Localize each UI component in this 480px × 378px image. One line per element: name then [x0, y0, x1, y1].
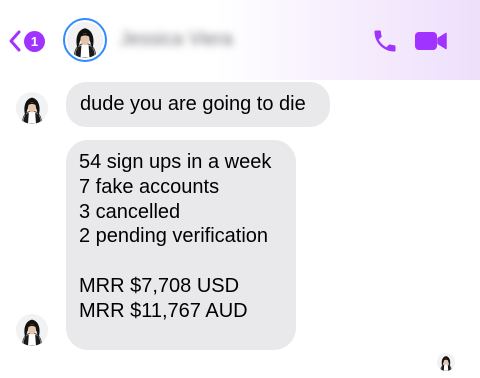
- message-line: 54 sign ups in a week: [79, 151, 272, 173]
- message-bubble[interactable]: dude you are going to die: [66, 82, 330, 127]
- sender-avatar[interactable]: [16, 314, 48, 346]
- read-receipt-avatar: [437, 353, 455, 371]
- contact-avatar[interactable]: [63, 18, 107, 62]
- message-line: 3 cancelled: [79, 200, 181, 223]
- contact-name[interactable]: Jessica Viera: [120, 29, 233, 51]
- message-line: 2 pending verification: [79, 225, 269, 248]
- message-line: MRR $7,708 USD: [79, 274, 240, 297]
- back-button[interactable]: 1: [8, 28, 45, 54]
- phone-icon: [374, 30, 396, 52]
- message-text: dude you are going to die: [80, 93, 306, 115]
- video-camera-icon: [415, 32, 447, 50]
- unread-count-badge: 1: [24, 30, 45, 52]
- video-call-button[interactable]: [414, 29, 448, 53]
- sender-avatar[interactable]: [16, 92, 48, 124]
- call-button[interactable]: [371, 27, 399, 55]
- chevron-left-icon: [9, 30, 21, 52]
- conversation-header: 1 Jessica Viera: [0, 0, 480, 80]
- message-line: 7 fake accounts: [79, 175, 220, 198]
- message-bubble[interactable]: 54 sign ups in a week 7 fake accounts 3 …: [66, 140, 296, 350]
- message-line: MRR $11,767 AUD: [79, 299, 248, 322]
